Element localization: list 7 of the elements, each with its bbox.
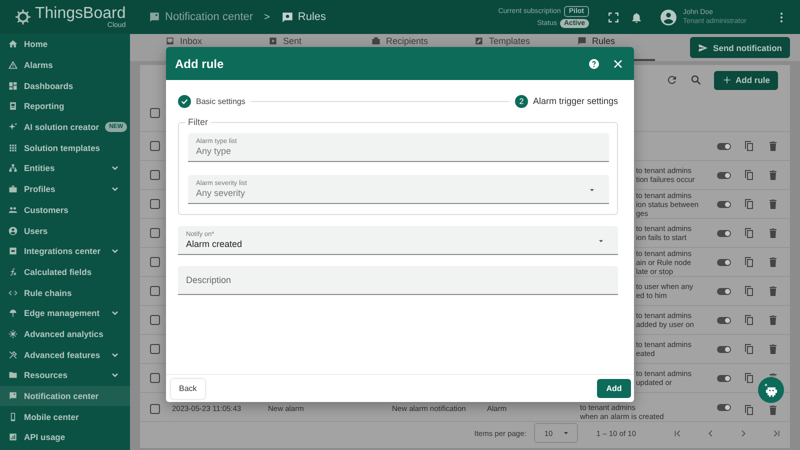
- dialog-title: Add rule: [175, 56, 224, 70]
- filter-legend: Filter: [185, 117, 211, 127]
- step-label: Basic settings: [196, 96, 246, 106]
- step-number: 2: [514, 94, 528, 108]
- app-logo-title: ThingsBoard: [35, 4, 126, 22]
- step-label: Alarm trigger settings: [532, 96, 618, 106]
- breadcrumb-separator: >: [264, 12, 270, 22]
